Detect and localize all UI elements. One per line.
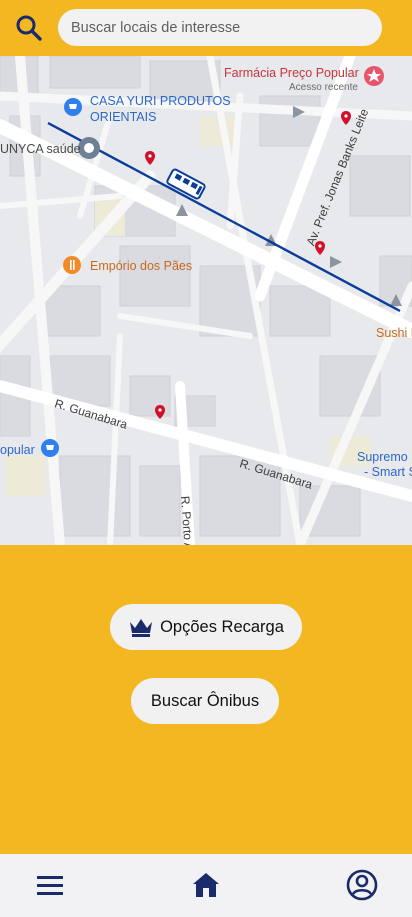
place-label-farmacia[interactable]: Farmácia Preço Popular [224, 66, 359, 80]
crown-icon [128, 616, 154, 638]
home-icon[interactable] [189, 868, 223, 902]
top-bar [0, 0, 412, 56]
place-label-supremo[interactable]: Supremo S [357, 450, 412, 464]
place-label-emporio[interactable]: Empório dos Pães [90, 259, 192, 273]
place-label-sushi[interactable]: Sushi F [376, 326, 412, 340]
place-label-supremo-line2[interactable]: - Smart S [364, 465, 412, 479]
menu-icon[interactable] [33, 868, 67, 902]
search-bus-label: Buscar Ônibus [150, 691, 260, 710]
place-sublabel-farmacia: Acesso recente [289, 82, 358, 93]
profile-icon[interactable] [345, 868, 379, 902]
search-field[interactable] [58, 9, 382, 46]
place-label-casa-yuri-line2[interactable]: ORIENTAIS [90, 110, 156, 124]
place-label-unyca[interactable]: UNYCA saúde [0, 142, 81, 156]
search-bus-button[interactable]: Buscar Ônibus [131, 678, 279, 724]
recharge-options-label: Opções Recarga [160, 617, 284, 636]
search-icon[interactable] [14, 13, 44, 43]
bottom-nav [0, 854, 412, 917]
recharge-options-button[interactable]: Opções Recarga [110, 604, 302, 650]
map-view[interactable]: Farmácia Preço Popular Acesso recente CA… [0, 56, 412, 545]
search-input[interactable] [58, 9, 382, 46]
place-label-casa-yuri[interactable]: CASA YURI PRODUTOS [90, 94, 231, 108]
place-label-popular[interactable]: opular [0, 443, 35, 457]
